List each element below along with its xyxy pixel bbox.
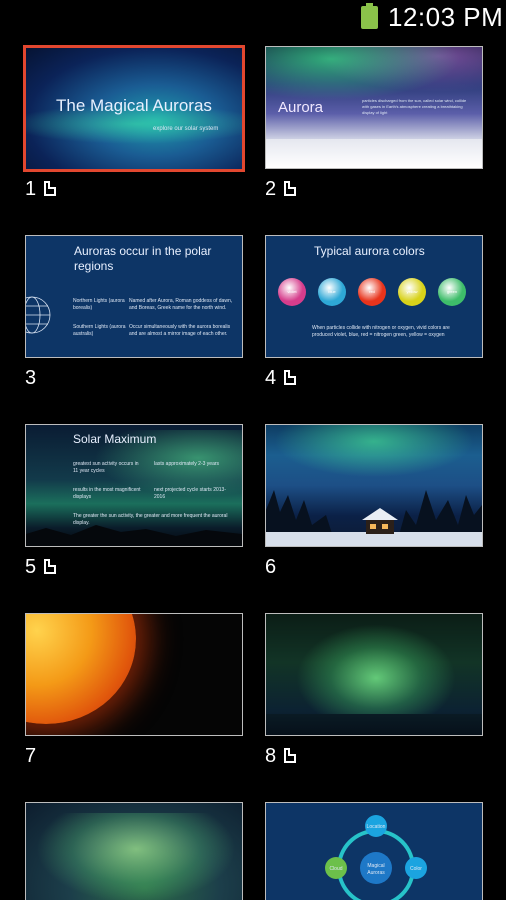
slide-number-text: 4 bbox=[265, 367, 277, 389]
aurora-glow bbox=[36, 813, 236, 900]
diagram-node-label: Cloud bbox=[329, 866, 343, 872]
diagram-center-label: Magical Auroras bbox=[367, 863, 385, 876]
slide-thumbnail[interactable] bbox=[25, 802, 243, 900]
slide-title: The Magical Auroras bbox=[56, 96, 212, 115]
slide-grid[interactable]: The Magical Auroras explore our solar sy… bbox=[0, 34, 506, 900]
diagram-node-label: Location bbox=[366, 824, 386, 830]
color-circle: red bbox=[358, 278, 386, 306]
forest-cabin-scene bbox=[266, 490, 482, 546]
slide-title: Typical aurora colors bbox=[314, 244, 425, 258]
slide-thumbnail[interactable]: Auroras occur in the polar regions North… bbox=[25, 235, 243, 358]
slide-footer: The greater the sun activity, the greate… bbox=[73, 513, 228, 526]
row-text: results in the most magnificent displays bbox=[73, 487, 141, 500]
row-text: Named after Aurora, Roman goddess of daw… bbox=[129, 298, 233, 311]
slide-number-text: 1 bbox=[25, 178, 37, 200]
status-clock: 12:03 PM bbox=[388, 2, 504, 32]
row-label: Southern Lights (aurora australis) bbox=[73, 324, 126, 337]
slide-number-text: 8 bbox=[265, 745, 277, 767]
slide-subtitle: explore our solar system bbox=[153, 126, 219, 132]
color-circle-row: violet blue red yellow green bbox=[278, 278, 478, 308]
slide-number-text: 3 bbox=[25, 367, 37, 389]
slide-thumbnail[interactable] bbox=[265, 424, 483, 547]
color-circle: green bbox=[438, 278, 466, 306]
globe-icon bbox=[26, 296, 51, 334]
sun-illustration bbox=[26, 614, 136, 724]
row-text: lasts approximately 2-3 years bbox=[154, 461, 220, 467]
status-bar: 12:03 PM bbox=[0, 0, 506, 34]
row-label: Northern Lights (aurora borealis) bbox=[73, 298, 125, 311]
slide-number: 6 bbox=[265, 555, 276, 579]
slide-title: Aurora bbox=[278, 99, 324, 116]
slide-number: 3 bbox=[25, 366, 36, 390]
slide-number: 2 bbox=[265, 177, 297, 201]
notes-icon bbox=[44, 559, 57, 574]
color-circle: blue bbox=[318, 278, 346, 306]
slide-thumbnail[interactable]: Typical aurora colors violet blue red yello… bbox=[265, 235, 483, 358]
slide-thumbnail[interactable]: Magical Auroras Location Cloud Color bbox=[265, 802, 483, 900]
slide-number-text: 2 bbox=[265, 178, 277, 200]
lake bbox=[266, 714, 482, 735]
row-text: Occur simultaneously with the aurora bor… bbox=[129, 324, 231, 337]
notes-icon bbox=[284, 370, 297, 385]
slide-title: Auroras occur in the polar regions bbox=[74, 244, 212, 273]
slide-text: particles discharged from the sun, calle… bbox=[362, 98, 467, 115]
diagram-node-label: Color bbox=[410, 866, 422, 872]
notes-icon bbox=[44, 181, 57, 196]
slide-title: Solar Maximum bbox=[73, 432, 157, 446]
aurora-glow bbox=[296, 624, 456, 714]
slide-thumbnail[interactable]: The Magical Auroras explore our solar sy… bbox=[23, 45, 245, 172]
slide-thumbnail[interactable]: Solar Maximum greatest sun activity occu… bbox=[25, 424, 243, 547]
slide-number: 8 bbox=[265, 744, 297, 768]
slide-number: 7 bbox=[25, 744, 36, 768]
snow-ground bbox=[266, 139, 482, 168]
slide-number-text: 7 bbox=[25, 745, 37, 767]
row-text: next projected cycle starts 2013-2016 bbox=[154, 487, 226, 500]
color-circle: yellow bbox=[398, 278, 426, 306]
slide-number-text: 6 bbox=[265, 556, 277, 578]
notes-icon bbox=[284, 181, 297, 196]
slide-thumbnail[interactable]: Aurora particles discharged from the sun… bbox=[265, 46, 483, 169]
slide-number: 4 bbox=[265, 366, 297, 390]
slide-number: 5 bbox=[25, 555, 57, 579]
slide-text: When particles collide with nitrogen or … bbox=[312, 325, 450, 338]
slide-thumbnail[interactable] bbox=[265, 613, 483, 736]
slide-thumbnail[interactable] bbox=[25, 613, 243, 736]
row-text: greatest sun activity occurs in 11 year … bbox=[73, 461, 139, 474]
battery-icon bbox=[361, 3, 378, 29]
slide-number-text: 5 bbox=[25, 556, 37, 578]
notes-icon bbox=[284, 748, 297, 763]
color-circle: violet bbox=[278, 278, 306, 306]
slide-number: 1 bbox=[25, 177, 57, 201]
